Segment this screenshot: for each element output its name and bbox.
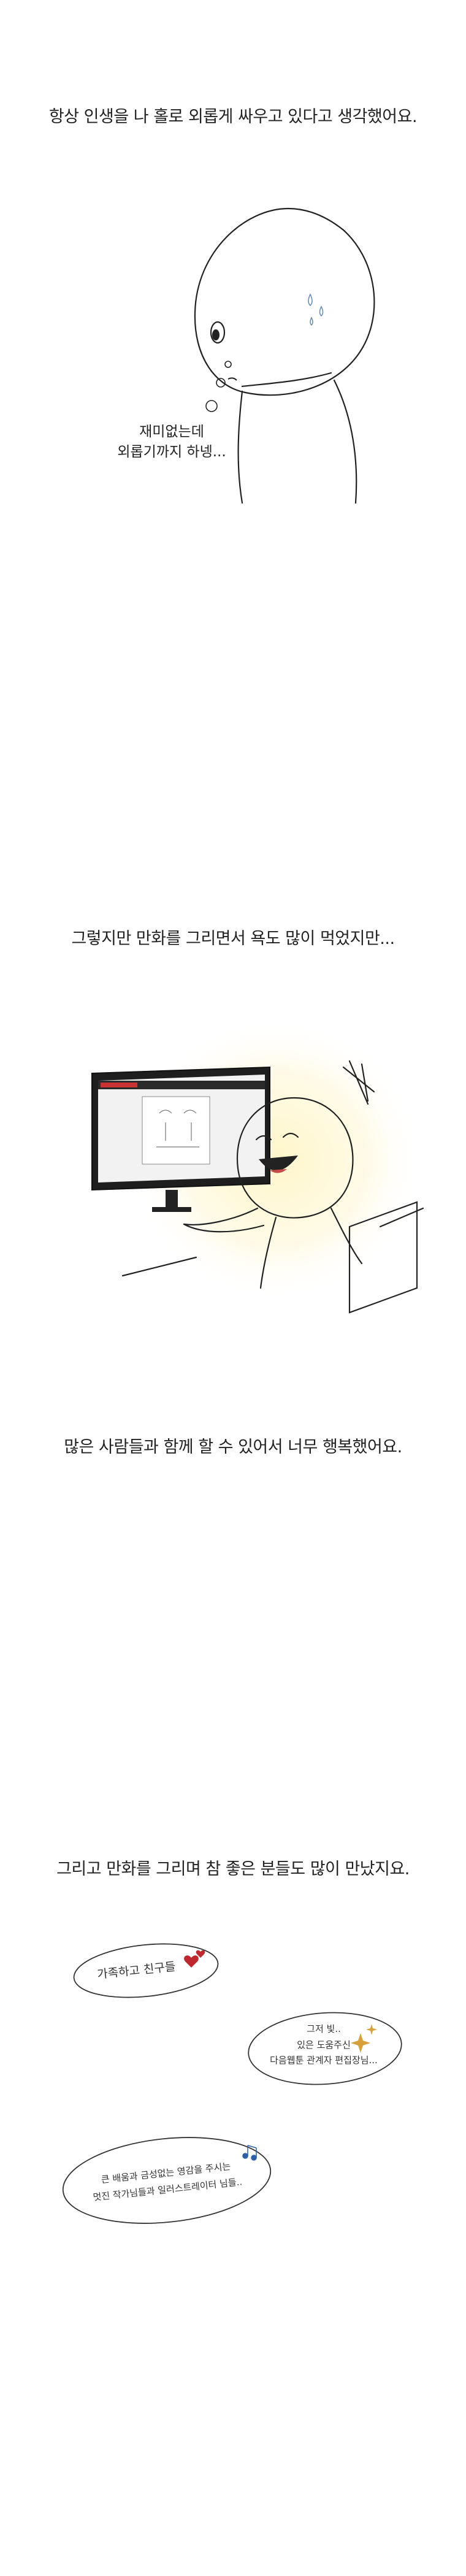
caption-3: 많은 사람들과 함께 할 수 있어서 너무 행복했어요. xyxy=(64,1438,402,1457)
bubble-editors-line-1: 그저 빛.. xyxy=(307,2023,341,2034)
bubble-editors-line-3: 다음웹툰 관계자 편집장님... xyxy=(270,2055,378,2066)
bubbles-illustration xyxy=(62,1943,402,2224)
drawing-at-monitor-illustration xyxy=(91,1018,424,1314)
lonely-character-illustration xyxy=(194,207,375,504)
thought-text: 재미없는데 외롭기까지 하넹... xyxy=(92,422,251,463)
caption-1: 항상 인생을 나 홀로 외롭게 싸우고 있다고 생각했어요. xyxy=(48,107,418,126)
thought-line-1: 재미없는데 xyxy=(139,424,204,440)
bubble-editors-text: 그저 빛.. 있은 도움주신 다음웹툰 관계자 편집장님... xyxy=(262,2022,385,2069)
thought-line-2: 외롭기까지 하넹... xyxy=(117,444,226,461)
caption-2: 그렇지만 만화를 그리면서 욕도 많이 먹었지만... xyxy=(71,929,395,948)
bubble-editors-line-2: 있은 도움주신 xyxy=(297,2039,351,2050)
caption-4: 그리고 만화를 그리며 참 좋은 분들도 많이 만났지요. xyxy=(56,1860,410,1879)
